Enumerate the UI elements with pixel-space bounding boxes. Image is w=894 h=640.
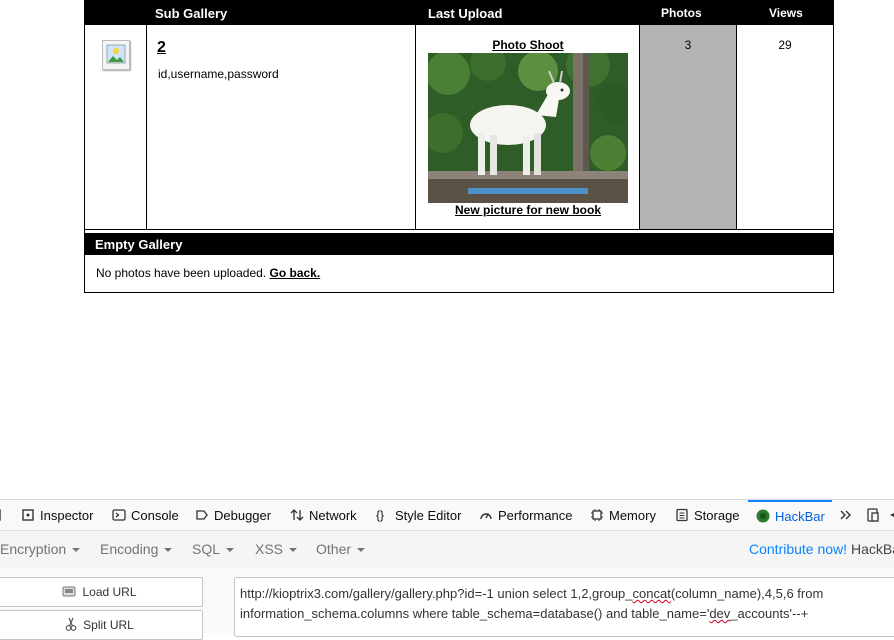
tab-style-editor[interactable]: {} Style Editor — [376, 500, 461, 530]
scissors-icon — [65, 617, 77, 634]
row-divider — [85, 229, 833, 230]
photos-header: Photos — [661, 6, 702, 20]
tab-label: Console — [131, 507, 179, 523]
tab-label: Debugger — [214, 507, 272, 523]
sub-gallery-header: Sub Gallery — [155, 6, 228, 21]
performance-icon — [479, 508, 493, 522]
chevron-down-icon — [357, 548, 366, 553]
empty-gallery-message: No photos have been uploaded. — [96, 266, 267, 280]
menu-label: SQL — [192, 541, 221, 557]
responsive-design-icon[interactable] — [866, 500, 880, 530]
last-upload-cell: Photo Shoot New picture for new book — [416, 25, 640, 229]
empty-gallery-message-row: No photos have been uploaded. Go back. — [96, 266, 320, 280]
gallery-row: 2 id,username,password Photo Shoot New p… — [85, 25, 833, 229]
url-text-misspelled: dev — [709, 606, 731, 621]
url-text-part: _accounts'--+ — [730, 606, 809, 621]
menu-label: Encoding — [100, 541, 159, 557]
last-upload-title-link[interactable]: Photo Shoot — [416, 38, 640, 52]
hackbar-logo-icon — [756, 509, 770, 523]
go-back-link[interactable]: Go back. — [269, 266, 320, 280]
contribute-link[interactable]: Contribute now! HackBar — [749, 541, 894, 557]
contribute-text: Contribute now! — [749, 541, 848, 557]
thumb-cell — [85, 25, 147, 229]
chevron-down-icon — [226, 548, 235, 553]
tab-label: Style Editor — [395, 507, 462, 523]
chevron-down-icon — [289, 548, 298, 553]
debugger-icon — [195, 508, 209, 522]
menu-label: XSS — [255, 541, 284, 557]
split-url-button[interactable]: Split URL — [0, 610, 203, 640]
memory-icon — [590, 508, 604, 522]
chevron-down-icon — [72, 548, 81, 553]
tab-label: HackBar — [775, 508, 825, 524]
views-header: Views — [769, 6, 803, 20]
tab-performance[interactable]: Performance — [479, 500, 572, 530]
goat-photo[interactable] — [428, 53, 628, 203]
more-options-icon[interactable] — [888, 500, 894, 530]
gallery-header-row: Sub Gallery Last Upload Photos Views — [85, 0, 833, 25]
storage-icon — [675, 508, 689, 522]
chevron-down-icon — [164, 548, 173, 553]
empty-gallery-header: Empty Gallery — [85, 233, 833, 255]
hackbar-toolbar: Encryption Encoding SQL XSS Other Contri… — [0, 531, 894, 567]
console-icon — [112, 508, 126, 522]
devtools-tab-bar: Inspector Console Debugger Network {} St… — [0, 500, 894, 531]
load-url-icon — [62, 585, 76, 600]
tab-label: Memory — [609, 507, 656, 523]
split-url-label: Split URL — [83, 618, 134, 632]
tab-network[interactable]: Network — [290, 500, 357, 530]
empty-gallery-title: Empty Gallery — [95, 237, 183, 252]
views-cell: 29 — [737, 25, 833, 229]
photos-cell: 3 — [640, 25, 737, 229]
last-upload-caption-link[interactable]: New picture for new book — [416, 203, 640, 217]
menu-label: Other — [316, 541, 352, 557]
tab-label: Storage — [694, 507, 740, 523]
tab-label: Network — [309, 507, 357, 523]
tab-inspector[interactable]: Inspector — [21, 500, 93, 530]
menu-xss[interactable]: XSS — [255, 541, 298, 557]
last-upload-header: Last Upload — [428, 6, 503, 21]
devtools-picker-icon[interactable] — [0, 500, 4, 530]
hackbar-brand-text: HackBar — [850, 541, 894, 557]
inspector-icon — [21, 508, 35, 522]
sub-gallery-description: id,username,password — [158, 67, 279, 81]
url-textarea[interactable]: http://kioptrix3.com/gallery/gallery.php… — [234, 577, 894, 637]
menu-encryption[interactable]: Encryption — [0, 541, 81, 557]
gallery-thumbnail-icon[interactable] — [102, 40, 130, 70]
menu-sql[interactable]: SQL — [192, 541, 235, 557]
overflow-tabs-icon[interactable] — [839, 500, 853, 530]
photos-count: 3 — [684, 38, 692, 52]
tab-hackbar[interactable]: HackBar — [748, 500, 832, 530]
tab-console[interactable]: Console — [112, 500, 179, 530]
gallery-table: Sub Gallery Last Upload Photos Views 2 i… — [84, 0, 834, 293]
tab-debugger[interactable]: Debugger — [195, 500, 271, 530]
network-icon — [290, 508, 304, 522]
url-text-misspelled: concat — [632, 586, 671, 601]
menu-encoding[interactable]: Encoding — [100, 541, 173, 557]
url-text-part: http://kioptrix3.com/gallery/gallery.php… — [240, 586, 633, 601]
devtools-panel: Inspector Console Debugger Network {} St… — [0, 499, 894, 640]
load-url-button[interactable]: Load URL — [0, 577, 203, 607]
menu-label: Encryption — [0, 541, 67, 557]
tab-label: Inspector — [40, 507, 94, 523]
style-editor-icon: {} — [376, 508, 385, 522]
views-count: 29 — [778, 38, 792, 52]
sub-gallery-cell: 2 id,username,password — [147, 25, 416, 229]
menu-other[interactable]: Other — [316, 541, 366, 557]
tab-label: Performance — [498, 507, 573, 523]
load-url-label: Load URL — [82, 585, 137, 599]
tab-storage[interactable]: Storage — [675, 500, 740, 530]
tab-memory[interactable]: Memory — [590, 500, 656, 530]
sub-gallery-link[interactable]: 2 — [157, 39, 166, 57]
